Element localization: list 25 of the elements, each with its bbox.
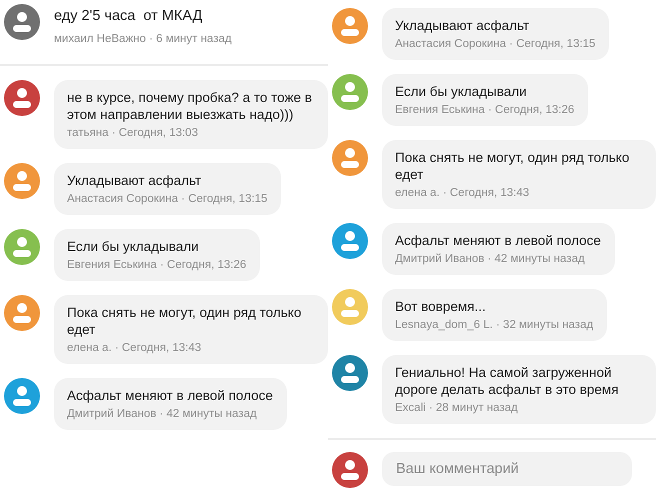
comment-text: Гениально! На самой загруженной дороге делать асфальт в это время xyxy=(395,364,620,398)
comment-text: Пока снять не могут, один ряд только едет xyxy=(67,304,302,338)
comment-text: Если бы укладывали xyxy=(67,238,200,255)
comment-meta: Евгения Еськина · Сегодня, 13:26 xyxy=(67,258,246,272)
comment-meta: Дмитрий Иванов · 42 минуты назад xyxy=(395,252,586,266)
comment-meta: Евгения Еськина · Сегодня, 13:26 xyxy=(395,103,574,117)
comment-meta: Анастасия Сорокина · Сегодня, 13:15 xyxy=(67,192,268,206)
comment-text: Укладывают асфальт xyxy=(395,17,530,34)
comment-text: Асфальт меняют в левой полосе xyxy=(395,232,601,249)
post-meta: михаил НеВажно · 6 минут назад xyxy=(54,32,232,46)
comment-text: Асфальт меняют в левой полосе xyxy=(67,387,273,404)
post-title: еду 2'5 часа от МКАД xyxy=(54,8,204,24)
comment-meta: татьяна · Сегодня, 13:03 xyxy=(67,126,199,140)
comment-input[interactable]: Ваш комментарий xyxy=(382,452,632,486)
comment-text: Если бы укладывали xyxy=(395,83,528,100)
comment-meta: Дмитрий Иванов · 42 минуты назад xyxy=(67,407,258,421)
comment-meta: Excali · 28 минут назад xyxy=(395,401,519,415)
comment-meta: елена а. · Сегодня, 13:43 xyxy=(395,186,530,200)
comment-meta: Lesnaya_dom_6 L. · 32 минуты назад xyxy=(395,318,594,332)
comment-text: Пока снять не могут, один ряд только едет xyxy=(395,149,630,183)
comment-text: не в курсе, почему пробка? а то тоже в этом направлении выезжать надо))) xyxy=(67,89,313,123)
comment-text: Вот вовремя... xyxy=(395,298,487,315)
comment-meta: елена а. · Сегодня, 13:43 xyxy=(67,341,202,355)
comment-meta: Анастасия Сорокина · Сегодня, 13:15 xyxy=(395,37,596,51)
comment-text: Укладывают асфальт xyxy=(67,172,202,189)
